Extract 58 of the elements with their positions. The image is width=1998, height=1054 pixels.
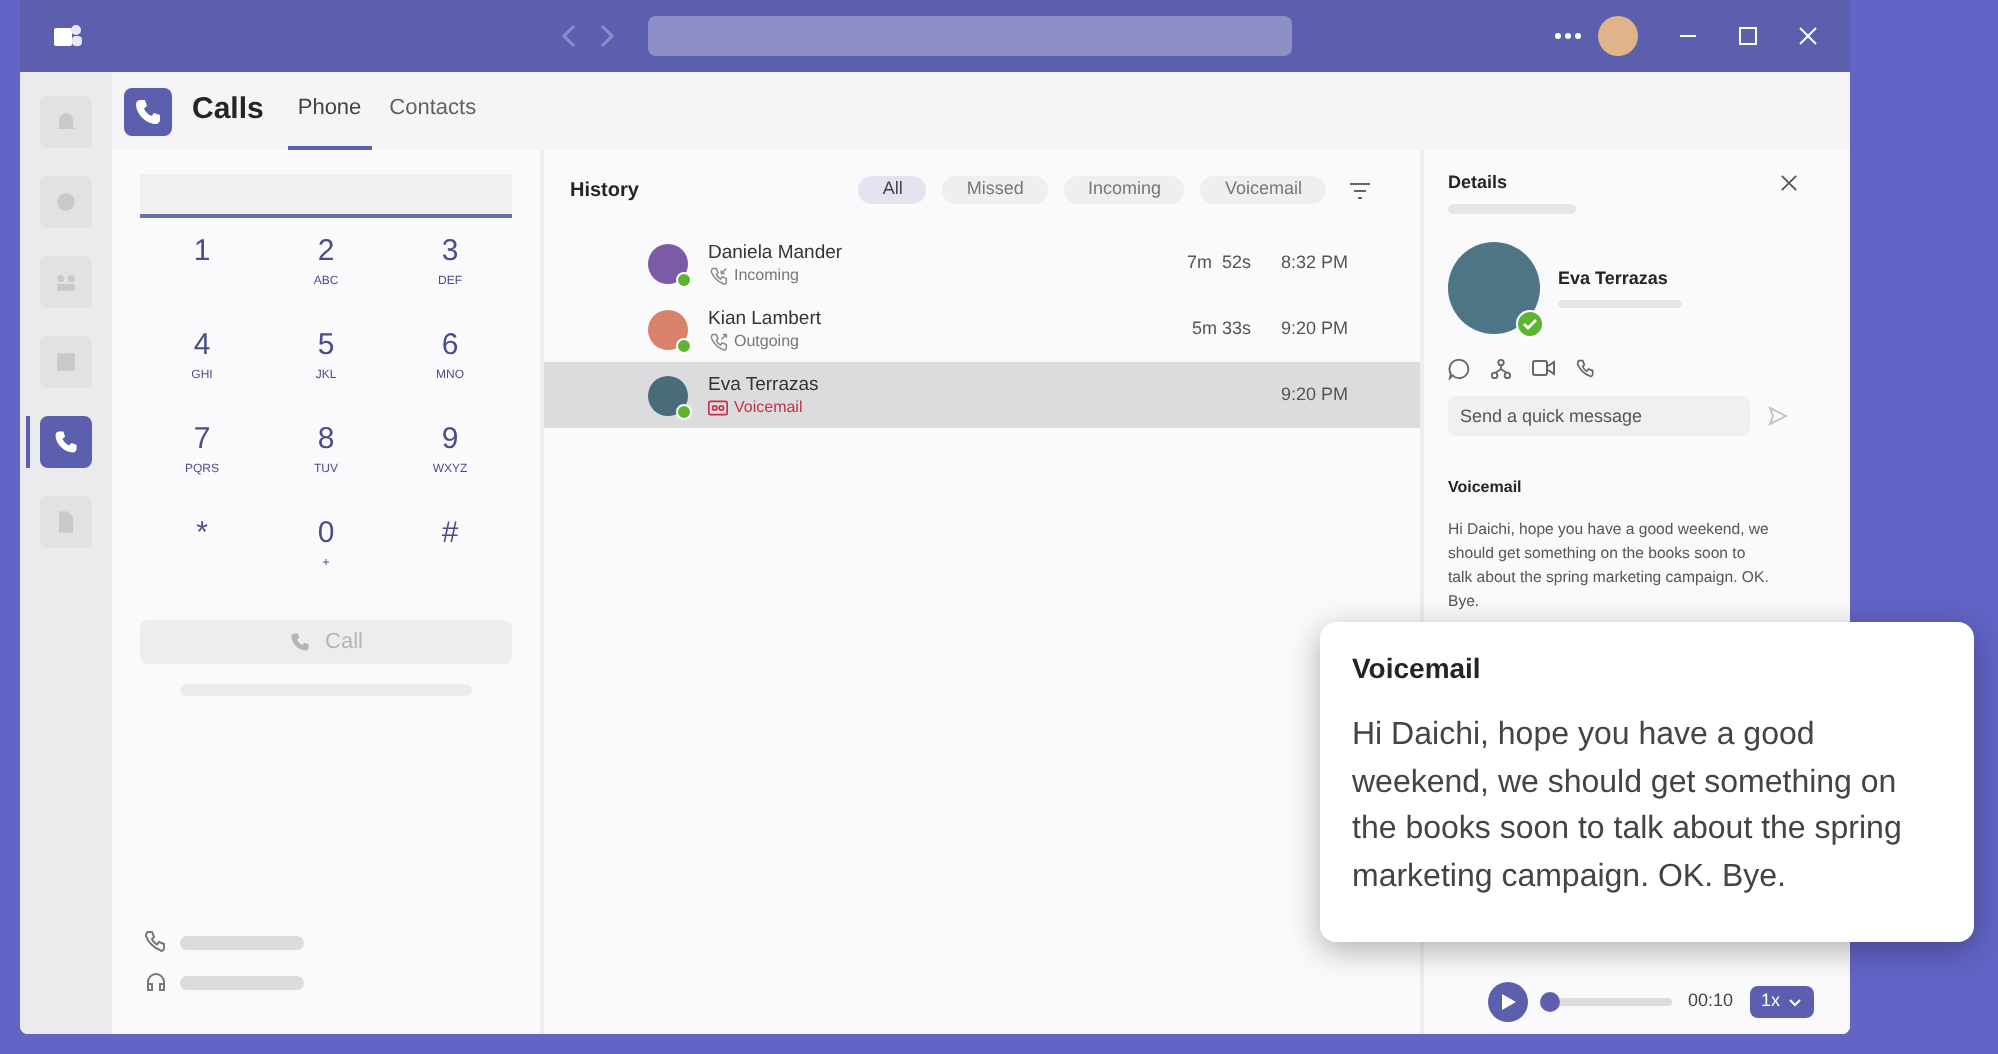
filter-chip[interactable]: All [858, 176, 927, 204]
phone-icon[interactable] [1576, 357, 1596, 379]
details-title: Details [1448, 170, 1508, 196]
rail-button[interactable] [40, 416, 92, 468]
play-button[interactable] [1488, 982, 1528, 1022]
call-time: 9:20 PM [1280, 381, 1348, 408]
popup-title: Voicemail [1352, 650, 1483, 688]
contact-name: Daniela Mander [708, 241, 843, 265]
popup-transcript: Hi Daichi, hope you have a good weekend, we should get something on the books soon to talk about the spring marketing campaign. OK. Bye. [1352, 716, 1904, 897]
tab[interactable]: Contacts [379, 72, 487, 150]
quick-message-field[interactable]: Send a quick message [1448, 395, 1750, 435]
voicemail-heading: Voicemail [1448, 477, 1522, 495]
placeholder-bar [180, 975, 304, 989]
call-time: 9:20 PM [1280, 315, 1348, 342]
org-chart-icon[interactable] [1490, 357, 1512, 379]
phone-icon [289, 632, 310, 652]
available-status-icon [676, 271, 692, 287]
call-type-label: Incoming [734, 265, 799, 285]
dial-key[interactable]: # [388, 516, 512, 588]
playback-time: 00:10 [1688, 988, 1734, 1015]
filter-icon[interactable] [1350, 181, 1370, 199]
maximize-icon[interactable] [1738, 26, 1758, 46]
video-icon[interactable] [1532, 358, 1556, 378]
chevron-down-icon [1788, 997, 1803, 1007]
history-title: History [570, 177, 639, 205]
search-field[interactable] [648, 16, 1292, 56]
teams-logo-icon [52, 20, 84, 52]
contact-name: Kian Lambert [708, 307, 822, 331]
filter-chip[interactable]: Incoming [1063, 176, 1185, 204]
contact-name: Eva Terrazas [708, 373, 819, 397]
app-title: Calls [192, 90, 264, 131]
available-status-icon [676, 403, 692, 419]
number-input-field[interactable] [140, 174, 512, 218]
filter-chip[interactable]: Voicemail [1200, 176, 1326, 204]
call-time: 8:32 PM [1280, 249, 1348, 276]
filter-chip[interactable]: Missed [942, 176, 1048, 204]
call-type-label: Voicemail [734, 397, 803, 417]
call-history-row[interactable]: Kian Lambert Outgoing 5m 33s 9:20 PM [544, 296, 1420, 362]
call-history-row[interactable]: Daniela Mander Incoming 7m 52s 8:32 PM [544, 230, 1420, 296]
available-status-icon [676, 337, 692, 353]
call-duration: 5m 33s [1191, 315, 1251, 342]
available-status-icon [1516, 309, 1544, 337]
close-icon[interactable] [1780, 174, 1798, 193]
headset-icon[interactable] [144, 970, 168, 994]
calls-app-icon [124, 87, 172, 135]
speed-dropdown[interactable]: 1x [1749, 986, 1815, 1018]
call-duration: 7m 52s [1186, 249, 1251, 276]
call-history-row[interactable]: Eva Terrazas Voicemail 9:20 PM [544, 362, 1420, 428]
more-icon[interactable] [1554, 32, 1582, 40]
phone-icon [52, 428, 80, 456]
placeholder-bar [180, 935, 304, 949]
play-icon [1500, 994, 1516, 1010]
dial-key[interactable]: 1 [140, 234, 264, 306]
call-type-label: Outgoing [734, 331, 799, 351]
progress-thumb[interactable] [1540, 992, 1560, 1012]
contact-name: Eva Terrazas [1558, 265, 1670, 292]
user-avatar[interactable] [1598, 16, 1638, 56]
dial-key[interactable]: * [140, 516, 264, 588]
